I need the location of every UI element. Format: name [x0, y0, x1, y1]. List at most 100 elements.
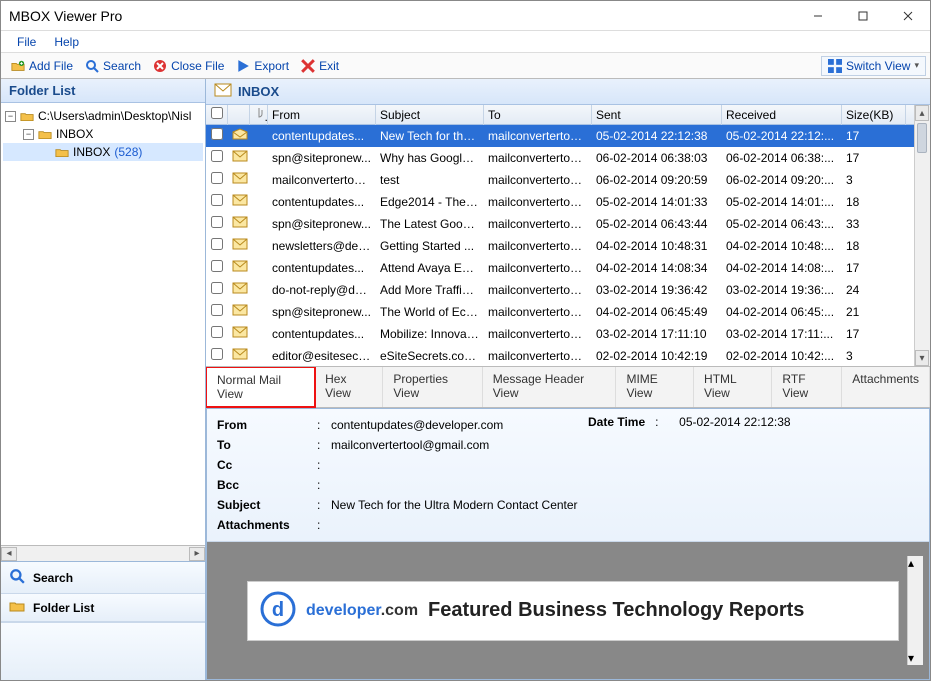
mail-row[interactable]: spn@sitepronew...Why has Google ...mailc…: [206, 147, 914, 169]
scroll-right-icon[interactable]: ▸: [189, 547, 205, 561]
switch-view-button[interactable]: Switch View ▾: [821, 56, 926, 76]
mail-row[interactable]: mailconvertertool...testmailconvertertoo…: [206, 169, 914, 191]
menu-file[interactable]: File: [9, 33, 44, 51]
row-checkbox[interactable]: [206, 148, 228, 168]
tab-properties[interactable]: Properties View: [383, 367, 482, 407]
row-checkbox[interactable]: [206, 346, 228, 366]
tab-message-header[interactable]: Message Header View: [483, 367, 617, 407]
scroll-down-icon[interactable]: ▾: [915, 350, 929, 366]
mail-row[interactable]: contentupdates...Mobilize: Innovat...mai…: [206, 323, 914, 345]
row-attachment: [250, 302, 268, 322]
mail-row[interactable]: spn@sitepronew...The World of Eco...mail…: [206, 301, 914, 323]
envelope-icon: [228, 148, 250, 168]
row-sent: 05-02-2014 14:01:33: [592, 192, 722, 212]
row-size: 21: [842, 302, 906, 322]
collapse-icon[interactable]: −: [23, 129, 34, 140]
tree-root[interactable]: − C:\Users\admin\Desktop\Nisl: [3, 107, 203, 125]
col-to[interactable]: To: [484, 105, 592, 125]
row-to: mailconvertertool...: [484, 148, 592, 168]
folder-tree[interactable]: − C:\Users\admin\Desktop\Nisl − INBOX IN…: [1, 103, 205, 545]
row-checkbox[interactable]: [206, 324, 228, 344]
collapse-icon[interactable]: −: [5, 111, 16, 122]
scroll-left-icon[interactable]: ◂: [1, 547, 17, 561]
col-received[interactable]: Received: [722, 105, 842, 125]
search-label: Search: [103, 59, 141, 73]
row-checkbox[interactable]: [206, 236, 228, 256]
mail-row[interactable]: contentupdates...New Tech for the ...mai…: [206, 125, 914, 147]
close-file-button[interactable]: Close File: [147, 57, 230, 75]
row-checkbox[interactable]: [206, 214, 228, 234]
folder-list-panel-button[interactable]: Folder List: [1, 594, 205, 622]
mail-body[interactable]: d developer.com Featured Business Techno…: [207, 542, 929, 679]
row-checkbox[interactable]: [206, 280, 228, 300]
close-button[interactable]: [885, 2, 930, 30]
banner-tagline: Featured Business Technology Reports: [428, 599, 804, 622]
pv-to-value: mailconvertertool@gmail.com: [331, 438, 489, 452]
row-subject: The Latest Googl...: [376, 214, 484, 234]
tree-sub-inbox-label: INBOX: [73, 145, 110, 159]
col-subject[interactable]: Subject: [376, 105, 484, 125]
col-size[interactable]: Size(KB): [842, 105, 906, 125]
tab-normal-mail[interactable]: Normal Mail View: [206, 366, 316, 408]
pv-cc-label: Cc: [217, 458, 317, 472]
mail-row[interactable]: editor@esitesecr...eSiteSecrets.com ...m…: [206, 345, 914, 366]
mail-row[interactable]: contentupdates...Edge2014 - The P...mail…: [206, 191, 914, 213]
minimize-button[interactable]: [795, 2, 840, 30]
scroll-down-icon[interactable]: ▾: [908, 651, 914, 665]
envelope-icon: [228, 192, 250, 212]
row-size: 3: [842, 170, 906, 190]
maximize-button[interactable]: [840, 2, 885, 30]
row-checkbox[interactable]: [206, 258, 228, 278]
preview-vertical-scrollbar[interactable]: ▴ ▾: [907, 556, 923, 665]
row-checkbox[interactable]: [206, 126, 228, 146]
scrollbar-thumb[interactable]: [917, 123, 927, 153]
search-button[interactable]: Search: [79, 57, 147, 75]
mail-row[interactable]: do-not-reply@de...Add More Traffic ...ma…: [206, 279, 914, 301]
horizontal-scrollbar[interactable]: ◂ ▸: [1, 545, 205, 561]
search-panel-label: Search: [33, 571, 73, 585]
envelope-icon: [228, 302, 250, 322]
view-tabs: Normal Mail View Hex View Properties Vie…: [206, 367, 930, 408]
tree-sub-inbox[interactable]: INBOX (528): [3, 143, 203, 161]
folder-icon: [9, 600, 25, 615]
row-received: 05-02-2014 14:01:...: [722, 192, 842, 212]
tab-html[interactable]: HTML View: [694, 367, 772, 407]
row-size: 3: [842, 346, 906, 366]
row-checkbox[interactable]: [206, 192, 228, 212]
mail-row[interactable]: newsletters@dev...Getting Started ...mai…: [206, 235, 914, 257]
row-checkbox[interactable]: [206, 302, 228, 322]
scroll-up-icon[interactable]: ▴: [915, 105, 929, 121]
grid-vertical-scrollbar[interactable]: ▴ ▾: [914, 105, 930, 366]
row-from: contentupdates...: [268, 324, 376, 344]
col-sent[interactable]: Sent: [592, 105, 722, 125]
mail-row[interactable]: contentupdates...Attend Avaya Evo...mail…: [206, 257, 914, 279]
pv-datetime-label: Date Time: [588, 415, 645, 435]
mail-icon: [214, 83, 232, 100]
menu-help[interactable]: Help: [46, 33, 87, 51]
inbox-header-label: INBOX: [238, 84, 279, 99]
tab-mime[interactable]: MIME View: [616, 367, 694, 407]
col-check[interactable]: [206, 105, 228, 125]
mail-row[interactable]: spn@sitepronew...The Latest Googl...mail…: [206, 213, 914, 235]
mail-grid[interactable]: From Subject To Sent Received Size(KB) c…: [206, 105, 914, 366]
scroll-up-icon[interactable]: ▴: [908, 556, 914, 570]
tree-inbox[interactable]: − INBOX: [3, 125, 203, 143]
row-from: editor@esitesecr...: [268, 346, 376, 366]
row-sent: 03-02-2014 17:11:10: [592, 324, 722, 344]
row-attachment: [250, 192, 268, 212]
export-button[interactable]: Export: [230, 57, 295, 75]
pv-subject-label: Subject: [217, 498, 317, 512]
add-file-button[interactable]: Add File: [5, 57, 79, 75]
row-subject: eSiteSecrets.com ...: [376, 346, 484, 366]
row-checkbox[interactable]: [206, 170, 228, 190]
exit-button[interactable]: Exit: [295, 57, 345, 75]
tab-attachments[interactable]: Attachments: [842, 367, 930, 407]
search-panel-button[interactable]: Search: [1, 562, 205, 594]
row-sent: 05-02-2014 22:12:38: [592, 126, 722, 146]
tab-rtf[interactable]: RTF View: [772, 367, 842, 407]
col-from[interactable]: From: [268, 105, 376, 125]
envelope-icon: [228, 346, 250, 366]
tab-hex[interactable]: Hex View: [315, 367, 383, 407]
row-received: 03-02-2014 17:11:...: [722, 324, 842, 344]
search-icon: [85, 59, 99, 73]
